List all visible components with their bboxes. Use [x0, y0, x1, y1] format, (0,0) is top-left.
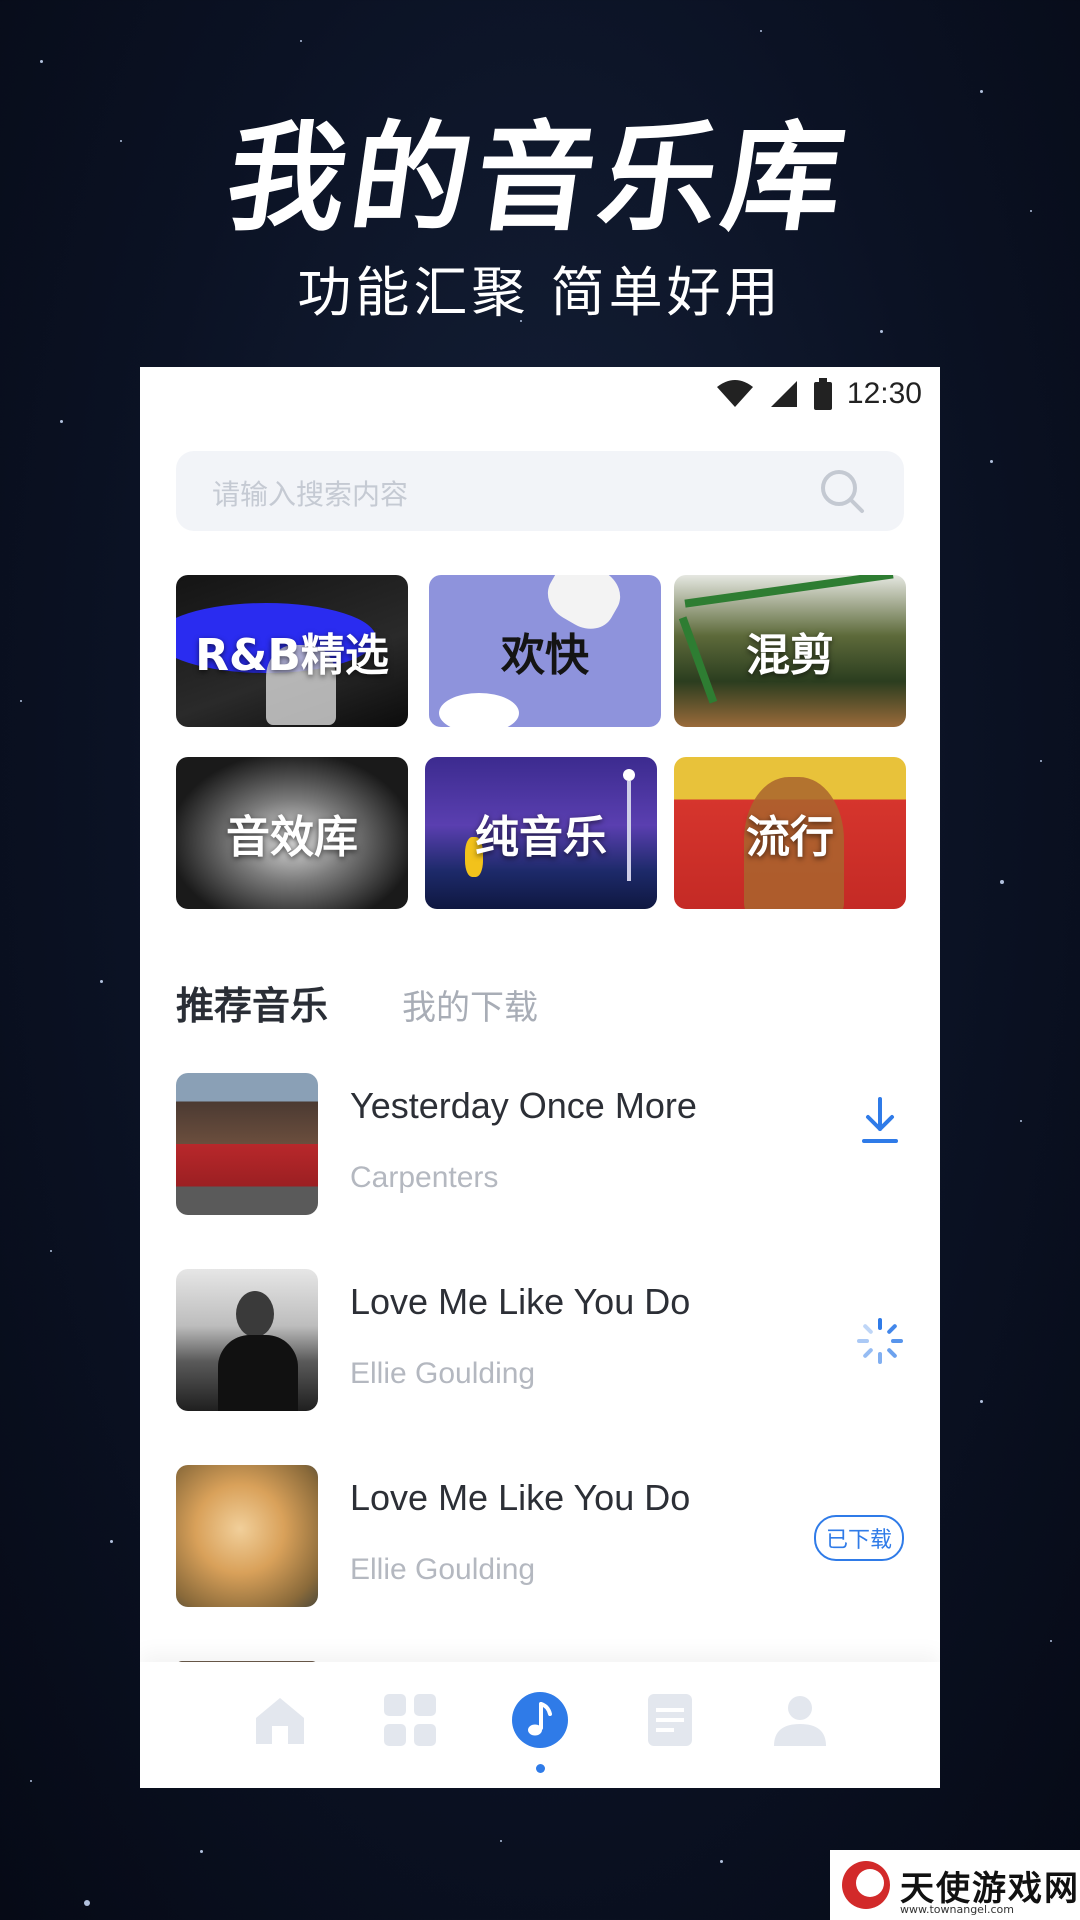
song-artist: Ellie Goulding [350, 1553, 536, 1586]
category-rnb[interactable]: R&B精选 [176, 575, 408, 727]
status-time: 12:30 [846, 377, 922, 410]
category-label: 混剪 [746, 630, 834, 681]
category-happy[interactable]: 欢快 [429, 575, 661, 727]
category-label: 流行 [746, 812, 834, 863]
category-label: 欢快 [501, 630, 589, 681]
document-icon[interactable] [640, 1690, 700, 1750]
watermark-logo: 天使游戏网 www.townangel.com [830, 1850, 1080, 1920]
list-item[interactable]: Love Me Like You Do Ellie Goulding 已下载 [176, 1465, 904, 1607]
song-title: Love Me Like You Do [350, 1281, 691, 1322]
loading-indicator [856, 1317, 904, 1369]
watermark-url: www.townangel.com [900, 1903, 1014, 1916]
category-mix[interactable]: 混剪 [674, 575, 906, 727]
loading-spinner-icon [857, 1318, 903, 1364]
section-tabs: 推荐音乐 我的下载 [176, 975, 538, 1030]
music-note-icon[interactable] [510, 1690, 570, 1750]
category-pure-music[interactable]: 纯音乐 [425, 757, 657, 909]
status-bar: 12:30 [140, 367, 940, 425]
active-indicator [536, 1764, 545, 1773]
download-icon[interactable] [860, 1095, 900, 1145]
signal-icon [770, 381, 797, 407]
grid-icon[interactable] [380, 1690, 440, 1750]
battery-icon [813, 378, 832, 410]
category-label: R&B精选 [195, 630, 389, 681]
downloaded-label: 已下载 [813, 1515, 904, 1561]
search-placeholder: 请输入搜索内容 [212, 478, 409, 511]
category-label: 音效库 [226, 812, 358, 863]
hero-title: 我的音乐库 [218, 109, 859, 247]
song-title: Love Me Like You Do [350, 1477, 691, 1518]
album-cover [176, 1269, 318, 1411]
logo-icon [842, 1861, 890, 1909]
album-cover [176, 1073, 318, 1215]
phone-screen: 12:30 请输入搜索内容 R&B精选 欢快 混剪 音效库 纯音乐 流行 推荐音… [140, 367, 940, 1788]
album-cover [176, 1465, 318, 1607]
category-pop[interactable]: 流行 [674, 757, 906, 909]
category-sound-effects[interactable]: 音效库 [176, 757, 408, 909]
category-label: 纯音乐 [475, 812, 607, 863]
home-icon[interactable] [250, 1690, 310, 1750]
search-input[interactable]: 请输入搜索内容 [176, 451, 904, 531]
list-item[interactable]: Love Me Like You Do Ellie Goulding [176, 1269, 904, 1411]
song-artist: Carpenters [350, 1161, 499, 1194]
hero-subtitle: 功能汇聚 简单好用 [297, 261, 783, 324]
tab-recommended[interactable]: 推荐音乐 [176, 975, 328, 1030]
downloaded-badge: 已下载 [813, 1515, 904, 1561]
user-icon[interactable] [770, 1690, 830, 1750]
list-item[interactable]: Yesterday Once More Carpenters [176, 1073, 904, 1215]
search-icon[interactable] [818, 467, 866, 515]
song-artist: Ellie Goulding [350, 1357, 536, 1390]
song-title: Yesterday Once More [350, 1085, 697, 1126]
bottom-navigation [140, 1662, 940, 1788]
tab-my-downloads[interactable]: 我的下载 [402, 980, 538, 1029]
download-button[interactable] [860, 1095, 900, 1149]
wifi-icon [716, 380, 753, 407]
